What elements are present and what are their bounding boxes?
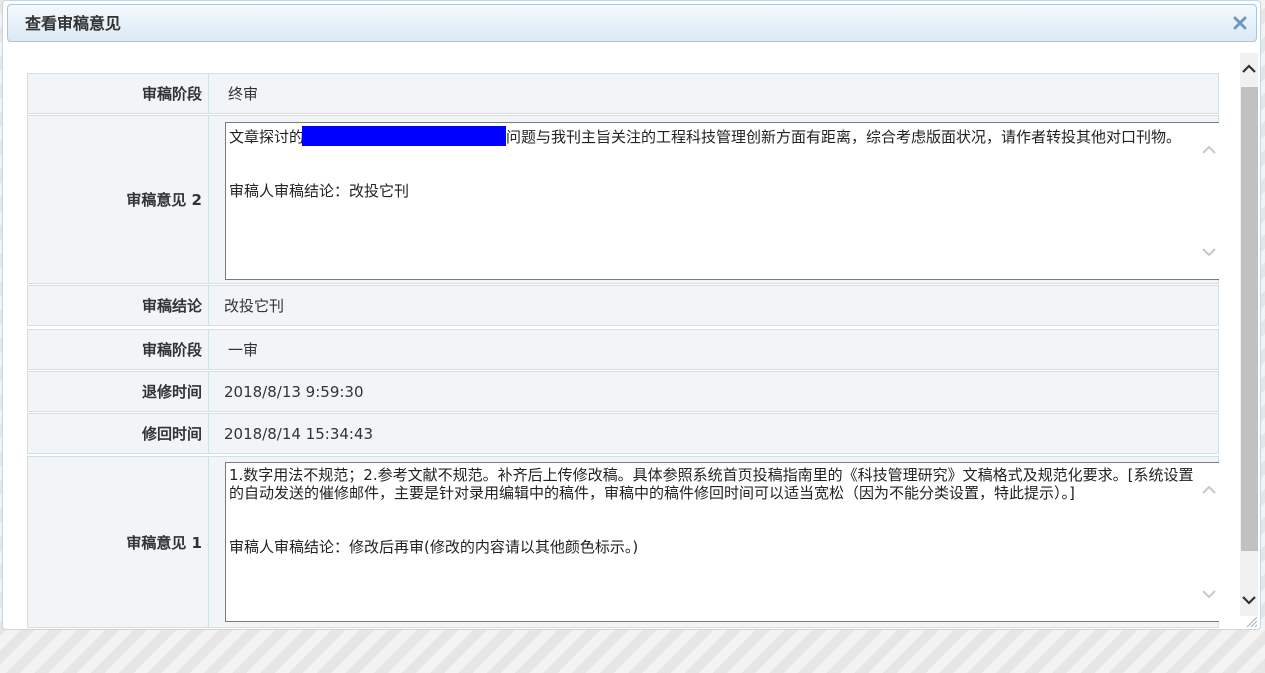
review-stage-value: 终审 bbox=[228, 85, 259, 103]
review-conclusion-label: 审稿结论 bbox=[28, 286, 209, 325]
chevron-down-icon[interactable] bbox=[1198, 583, 1219, 605]
review-stage-value: 一审 bbox=[228, 341, 259, 359]
row-review-conclusion: 审稿结论 改投它刊 bbox=[27, 285, 1219, 326]
return-time-value: 2018/8/13 9:59:30 bbox=[224, 382, 364, 401]
scrollbar-thumb[interactable] bbox=[1241, 87, 1258, 551]
row-review-opinion-2: 审稿意见 2 文章探讨的 问题与我刊主旨关注的工程科技管理创新方面有距离，综合考虑… bbox=[27, 115, 1219, 284]
review-conclusion-value: 改投它刊 bbox=[224, 297, 285, 315]
review-opinion-2-text: 文章探讨的 问题与我刊主旨关注的工程科技管理创新方面有距离，综合考虑版面状况，请作… bbox=[229, 126, 1194, 200]
opinion-2-text-after: 问题与我刊主旨关注的工程科技管理创新方面有距离，综合考虑版面状况，请作者转投其他… bbox=[506, 128, 1182, 146]
review-opinion-2-label: 审稿意见 2 bbox=[28, 116, 209, 283]
revise-time-label: 修回时间 bbox=[28, 414, 209, 453]
chevron-down-icon[interactable] bbox=[1198, 241, 1219, 263]
redaction-block bbox=[302, 126, 507, 146]
close-button[interactable] bbox=[1232, 15, 1248, 31]
row-revise-time: 修回时间 2018/8/14 15:34:43 bbox=[27, 413, 1219, 454]
return-time-label: 退修时间 bbox=[28, 372, 209, 411]
dialog-title: 查看审稿意见 bbox=[25, 14, 122, 33]
row-review-stage-final: 审稿阶段 终审 bbox=[27, 73, 1219, 114]
chevron-up-icon[interactable] bbox=[1198, 139, 1219, 161]
dialog-scrollbar[interactable] bbox=[1238, 53, 1260, 616]
revise-time-value: 2018/8/14 15:34:43 bbox=[224, 424, 374, 443]
review-opinion-1-textarea[interactable]: 1.数字用法不规范；2.参考文献不规范。补齐后上传修改稿。具体参照系统首页投稿指… bbox=[225, 462, 1219, 622]
review-details-table: 审稿阶段 终审 审稿意见 2 文章探讨的 问题与我刊主旨关注的工程科技管理创新方面… bbox=[27, 73, 1219, 628]
chevron-up-icon[interactable] bbox=[1198, 479, 1219, 501]
opinion-1-scrollbar[interactable] bbox=[1198, 463, 1219, 621]
review-opinion-1-label: 审稿意见 1 bbox=[28, 457, 209, 627]
review-stage-label: 审稿阶段 bbox=[28, 330, 209, 369]
dialog-titlebar[interactable]: 查看审稿意见 bbox=[7, 4, 1257, 42]
opinion-1-text: 1.数字用法不规范；2.参考文献不规范。补齐后上传修改稿。具体参照系统首页投稿指… bbox=[229, 466, 1194, 502]
row-review-stage-first: 审稿阶段 一审 bbox=[27, 329, 1219, 370]
row-return-time: 退修时间 2018/8/13 9:59:30 bbox=[27, 371, 1219, 412]
close-icon bbox=[1233, 16, 1247, 30]
review-comments-dialog: 查看审稿意见 审稿阶段 终审 审稿意见 2 文章探讨的 问题与我刊主旨关注的工程科… bbox=[2, 0, 1261, 630]
review-opinion-2-textarea[interactable]: 文章探讨的 问题与我刊主旨关注的工程科技管理创新方面有距离，综合考虑版面状况，请作… bbox=[225, 122, 1219, 280]
resize-grip-icon[interactable] bbox=[1242, 612, 1258, 628]
opinion-2-text-before: 文章探讨的 bbox=[229, 128, 305, 146]
chevron-down-icon[interactable] bbox=[1239, 590, 1259, 610]
opinion-2-scrollbar[interactable] bbox=[1198, 123, 1219, 279]
review-opinion-1-text: 1.数字用法不规范；2.参考文献不规范。补齐后上传修改稿。具体参照系统首页投稿指… bbox=[229, 466, 1194, 556]
review-stage-label: 审稿阶段 bbox=[28, 74, 209, 113]
opinion-1-conclusion: 审稿人审稿结论：修改后再审(修改的内容请以其他颜色标示。) bbox=[229, 538, 639, 556]
chevron-up-icon[interactable] bbox=[1239, 59, 1259, 79]
row-review-opinion-1: 审稿意见 1 1.数字用法不规范；2.参考文献不规范。补齐后上传修改稿。具体参照… bbox=[27, 456, 1219, 628]
opinion-2-conclusion: 审稿人审稿结论：改投它刊 bbox=[229, 182, 410, 200]
